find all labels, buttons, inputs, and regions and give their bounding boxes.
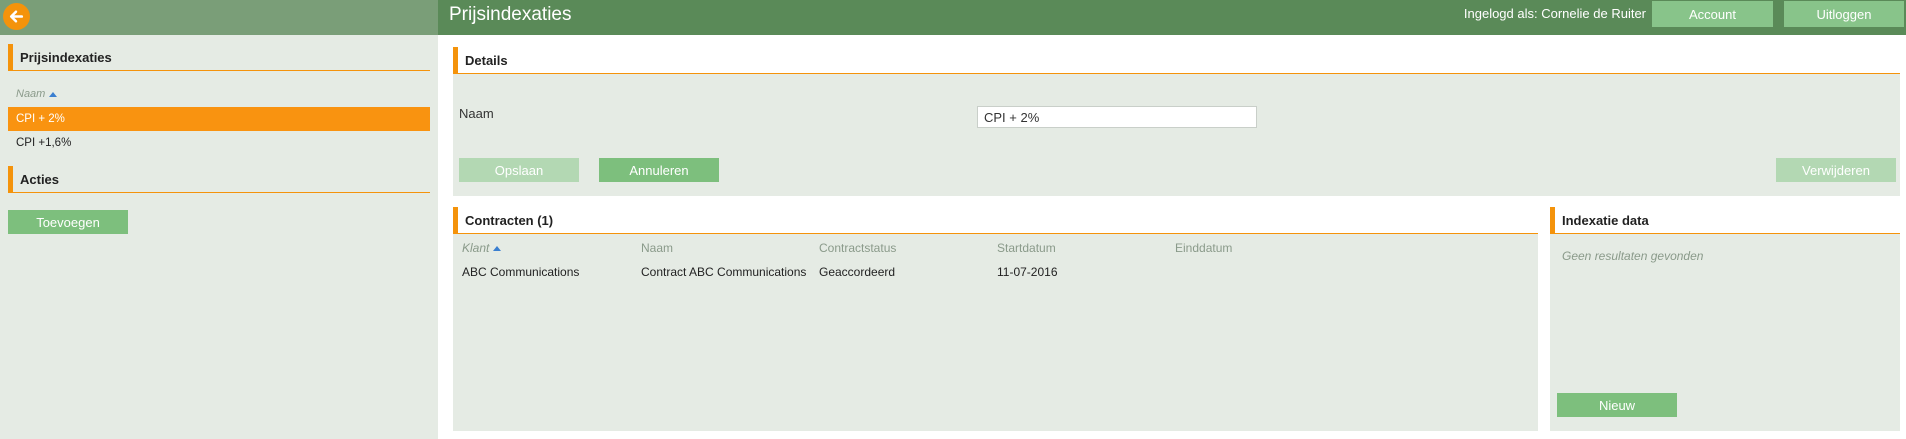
- cancel-button[interactable]: Annuleren: [599, 158, 719, 182]
- sort-by-name[interactable]: Naam: [16, 88, 58, 100]
- empty-state-text: Geen resultaten gevonden: [1562, 249, 1704, 263]
- account-button[interactable]: Account: [1652, 1, 1773, 27]
- details-panel: Details Naam Opslaan Annuleren Verwijder…: [453, 47, 1900, 196]
- sidebar-item-cpi-2[interactable]: CPI + 2%: [8, 107, 430, 131]
- logout-button[interactable]: Uitloggen: [1784, 1, 1904, 27]
- index-data-heading: Indexatie data: [1550, 207, 1900, 234]
- table-cell-contractstatus[interactable]: Geaccordeerd: [819, 265, 895, 279]
- sort-ascending-icon: [49, 91, 58, 97]
- name-input[interactable]: [977, 106, 1257, 128]
- topbar: Prijsindexaties Ingelogd als: Cornelie d…: [438, 0, 1906, 35]
- sidebar: Prijsindexaties Naam CPI + 2% CPI +1,6% …: [0, 35, 438, 439]
- contracts-panel: Contracten (1) Klant Naam Contractstatus…: [453, 207, 1538, 431]
- table-cell-startdatum[interactable]: 11-07-2016: [997, 265, 1058, 279]
- delete-button[interactable]: Verwijderen: [1776, 158, 1896, 182]
- main-content: Details Naam Opslaan Annuleren Verwijder…: [438, 35, 1906, 439]
- table-cell-naam[interactable]: Contract ABC Communications: [641, 265, 806, 279]
- column-header-startdatum[interactable]: Startdatum: [997, 241, 1056, 255]
- back-button[interactable]: [3, 3, 30, 30]
- sidebar-actions-heading: Acties: [8, 166, 430, 193]
- column-header-naam[interactable]: Naam: [641, 241, 673, 255]
- sidebar-item-cpi-1-6[interactable]: CPI +1,6%: [8, 131, 430, 155]
- save-button[interactable]: Opslaan: [459, 158, 579, 182]
- new-button[interactable]: Nieuw: [1557, 393, 1677, 417]
- logged-in-user: Ingelogd als: Cornelie de Ruiter: [1463, 6, 1646, 21]
- details-heading: Details: [453, 47, 1900, 74]
- column-header-label: Klant: [462, 241, 490, 255]
- column-header-contractstatus[interactable]: Contractstatus: [819, 241, 896, 255]
- sort-label: Naam: [16, 88, 46, 100]
- sort-ascending-icon: [493, 246, 502, 252]
- table-cell-klant[interactable]: ABC Communications: [462, 265, 579, 279]
- sidebar-list-heading: Prijsindexaties: [8, 44, 430, 71]
- name-label: Naam: [459, 106, 494, 121]
- topbar-left: [0, 0, 438, 35]
- arrow-left-icon: [9, 10, 24, 23]
- column-header-klant[interactable]: Klant: [462, 241, 502, 255]
- add-button[interactable]: Toevoegen: [8, 210, 128, 234]
- column-header-einddatum[interactable]: Einddatum: [1175, 241, 1232, 255]
- contracts-heading: Contracten (1): [453, 207, 1538, 234]
- page-title: Prijsindexaties: [449, 4, 572, 25]
- index-data-panel: Indexatie data Geen resultaten gevonden …: [1550, 207, 1900, 431]
